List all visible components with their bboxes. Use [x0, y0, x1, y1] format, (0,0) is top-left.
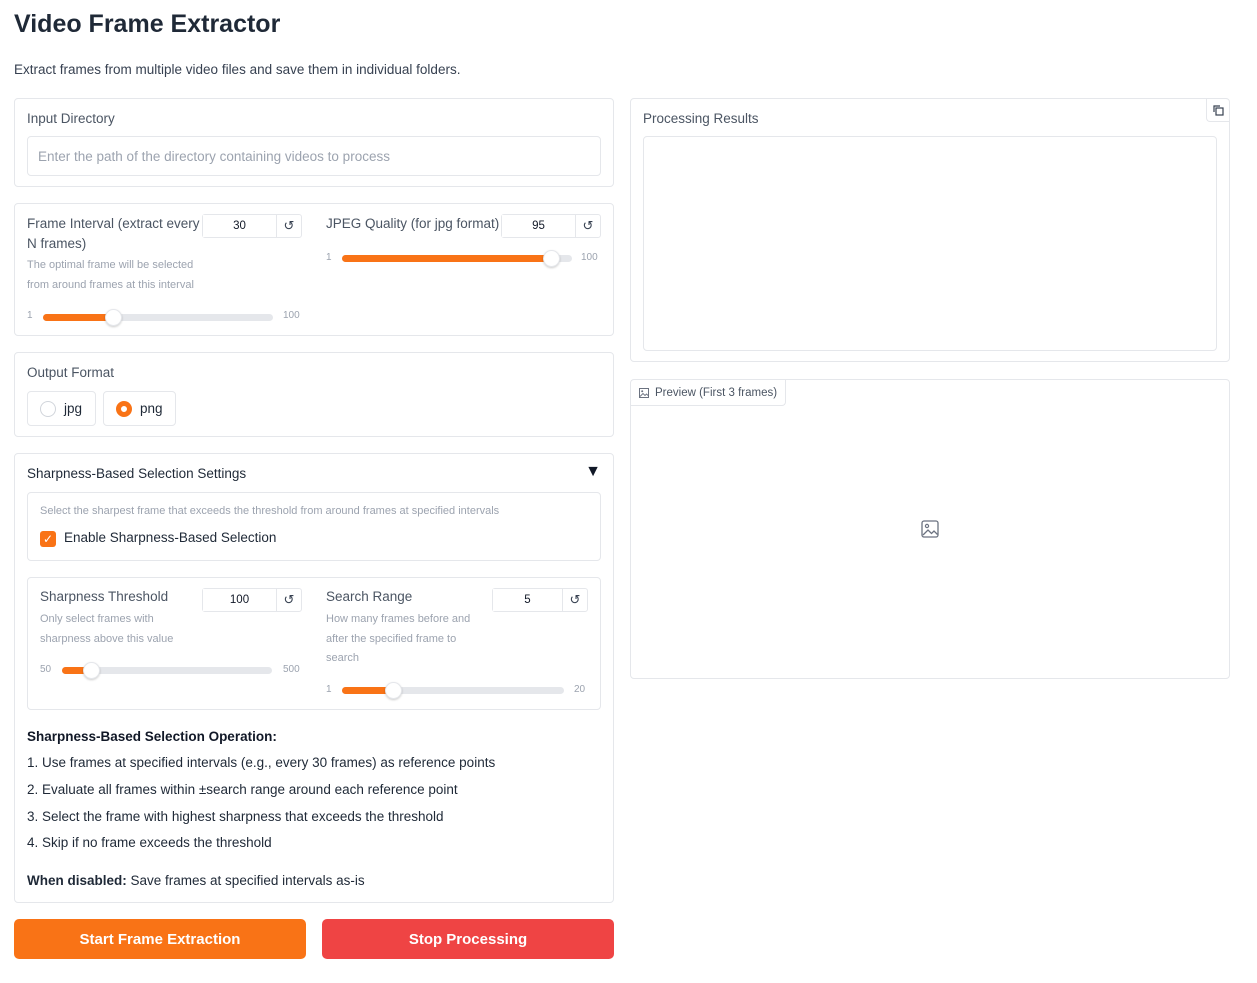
input-directory-field[interactable] [27, 136, 601, 176]
reset-icon[interactable]: ↺ [575, 215, 600, 237]
frame-interval-label-line2: N frames) [27, 236, 87, 251]
preview-label: Preview (First 3 frames) [655, 386, 778, 399]
jpeg-quality-max: 100 [581, 252, 598, 263]
threshold-slider[interactable] [62, 662, 272, 679]
threshold-label: Sharpness Threshold [40, 589, 169, 604]
search-range-info-line1: How many frames before and [326, 613, 471, 625]
page-description: Extract frames from multiple video files… [14, 62, 461, 77]
reset-icon[interactable]: ↺ [276, 589, 301, 611]
jpeg-quality-min: 1 [326, 252, 332, 263]
threshold-number: ↺ [202, 588, 302, 612]
sharpness-accordion: Sharpness-Based Selection Settings ▼ Sel… [14, 453, 614, 903]
disabled-note: When disabled: Save frames at specified … [27, 873, 365, 888]
frame-interval-label-line1: Frame Interval (extract every [27, 216, 200, 231]
threshold-min: 50 [40, 664, 52, 675]
slider-thumb[interactable] [543, 250, 561, 267]
search-range-min: 1 [326, 684, 332, 695]
radio-label: jpg [64, 401, 83, 416]
search-range-info-line2: after the specified frame to [326, 633, 457, 645]
processing-results-textarea[interactable] [643, 136, 1217, 351]
enable-sharpness-group: Select the sharpest frame that exceeds t… [27, 492, 601, 561]
frame-interval-max: 100 [283, 310, 300, 321]
radio-label: png [140, 401, 163, 416]
preview-label-tab: Preview (First 3 frames) [631, 380, 787, 406]
page-title: Video Frame Extractor [14, 10, 281, 38]
search-range-max: 20 [574, 684, 586, 695]
threshold-input[interactable] [203, 589, 276, 611]
output-format-label: Output Format [27, 365, 115, 380]
processing-results-label: Processing Results [643, 111, 759, 126]
frame-interval-input[interactable] [203, 215, 276, 237]
sharpness-sliders-group: Sharpness Threshold Only select frames w… [27, 577, 601, 710]
image-icon [639, 387, 649, 398]
start-extraction-button[interactable]: Start Frame Extraction [14, 919, 306, 959]
jpeg-quality-number: ↺ [501, 214, 601, 238]
operation-step: 1. Use frames at specified intervals (e.… [27, 755, 496, 770]
frame-interval-min: 1 [27, 310, 33, 321]
jpeg-quality-slider[interactable] [342, 250, 572, 267]
operation-step: 4. Skip if no frame exceeds the threshol… [27, 835, 272, 850]
accordion-title: Sharpness-Based Selection Settings [27, 466, 247, 481]
slider-thumb[interactable] [83, 662, 101, 679]
preview-panel: Preview (First 3 frames) [630, 379, 1230, 679]
sharpness-description: Select the sharpest frame that exceeds t… [40, 505, 500, 517]
operation-heading: Sharpness-Based Selection Operation: [27, 729, 277, 744]
operation-step: 3. Select the frame with highest sharpne… [27, 809, 444, 824]
operation-step: 2. Evaluate all frames within ±search ra… [27, 782, 458, 797]
radio-button-checked[interactable] [116, 400, 132, 417]
stop-processing-button[interactable]: Stop Processing [322, 919, 614, 959]
search-range-info-line3: search [326, 652, 360, 664]
frame-interval-slider[interactable] [43, 309, 273, 326]
search-range-label: Search Range [326, 589, 413, 604]
jpeg-quality-label: JPEG Quality (for jpg format) [326, 216, 500, 231]
reset-icon[interactable]: ↺ [562, 589, 587, 611]
search-range-number: ↺ [492, 588, 588, 612]
frame-interval-number: ↺ [202, 214, 302, 238]
image-placeholder-icon [921, 520, 939, 538]
chevron-down-icon[interactable]: ▼ [585, 463, 601, 481]
radio-option-jpg[interactable]: jpg [27, 391, 96, 426]
slider-thumb[interactable] [105, 309, 123, 326]
app-root: Video Frame Extractor Extract frames fro… [0, 0, 1257, 983]
input-directory-panel: Input Directory [14, 98, 614, 187]
slider-fill [342, 255, 552, 262]
reset-icon[interactable]: ↺ [276, 215, 301, 237]
threshold-max: 500 [283, 664, 300, 675]
threshold-info-line1: Only select frames with [40, 613, 154, 625]
input-directory-label: Input Directory [27, 111, 115, 126]
accordion-header[interactable]: Sharpness-Based Selection Settings ▼ [15, 454, 613, 492]
slider-fill [43, 314, 114, 321]
slider-thumb[interactable] [385, 682, 403, 699]
radio-option-png[interactable]: png [103, 391, 176, 426]
processing-results-panel: Processing Results [630, 98, 1230, 362]
copy-icon[interactable] [1206, 99, 1229, 122]
frame-interval-info-line1: The optimal frame will be selected [27, 259, 194, 271]
enable-sharpness-label: Enable Sharpness-Based Selection [64, 530, 277, 545]
disabled-note-text: Save frames at specified intervals as-is [126, 873, 365, 888]
disabled-note-label: When disabled: [27, 873, 127, 888]
search-range-slider[interactable] [342, 682, 564, 699]
threshold-info-line2: sharpness above this value [40, 633, 174, 645]
enable-sharpness-checkbox[interactable]: ✓ [40, 531, 56, 547]
frame-settings-panel: Frame Interval (extract every N frames) … [14, 203, 614, 336]
search-range-input[interactable] [493, 589, 562, 611]
output-format-panel: Output Format jpg png [14, 352, 614, 437]
frame-interval-info-line2: from around frames at this interval [27, 279, 194, 291]
radio-button[interactable] [40, 400, 56, 417]
copy-icon-glyph [1212, 104, 1224, 116]
jpeg-quality-input[interactable] [502, 215, 575, 237]
